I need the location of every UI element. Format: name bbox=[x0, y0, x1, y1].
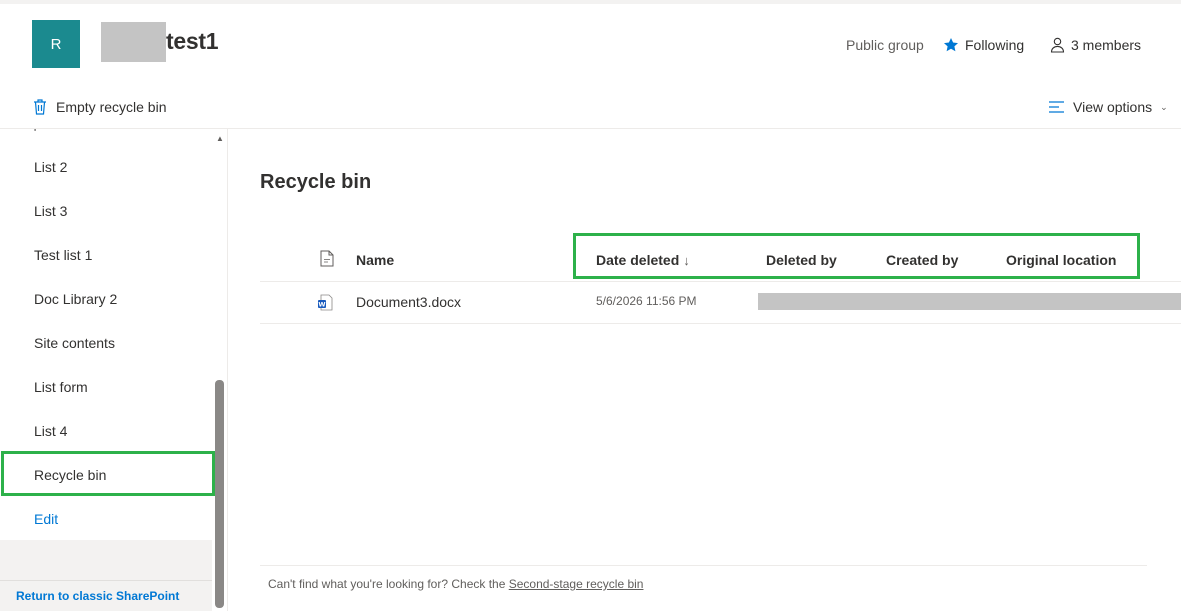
columns-highlight-box bbox=[573, 233, 1140, 279]
word-doc-icon: W bbox=[318, 294, 333, 311]
view-options-button[interactable]: View options ⌄ bbox=[1048, 97, 1168, 117]
header-divider bbox=[260, 281, 1181, 282]
second-stage-recycle-bin-link[interactable]: Second-stage recycle bin bbox=[509, 577, 644, 591]
site-title[interactable]: test1 bbox=[166, 28, 219, 55]
footer-text: Can't find what you're looking for? Chec… bbox=[268, 577, 509, 591]
nav-item-list-4[interactable]: List 4 bbox=[34, 421, 67, 441]
nav-edit-link[interactable]: Edit bbox=[34, 509, 58, 529]
public-group-label: Public group bbox=[846, 37, 924, 53]
nav-item-doc-library-2[interactable]: Doc Library 2 bbox=[34, 289, 117, 309]
page-heading: Recycle bin bbox=[260, 171, 372, 193]
following-button[interactable]: Following bbox=[943, 36, 1024, 54]
members-button[interactable]: 3 members bbox=[1050, 36, 1141, 54]
trash-icon bbox=[34, 99, 46, 115]
nav-scrollbar-thumb[interactable] bbox=[215, 380, 224, 608]
nav-item-test-list-1[interactable]: Test list 1 bbox=[34, 245, 92, 265]
svg-text:W: W bbox=[318, 301, 325, 309]
row-date-deleted-cell: 5/6/2026 11:56 PM bbox=[596, 294, 697, 308]
redacted-title-prefix bbox=[101, 22, 166, 62]
site-logo[interactable]: R bbox=[32, 20, 80, 68]
left-navigation: ⌐ · List 2 List 3 Test list 1 Doc Librar… bbox=[0, 129, 228, 611]
top-strip bbox=[0, 0, 1181, 4]
footer-divider bbox=[260, 565, 1147, 566]
column-header-name[interactable]: Name bbox=[356, 251, 394, 269]
row-divider bbox=[260, 323, 1181, 324]
nav-item-site-contents[interactable]: Site contents bbox=[34, 333, 115, 353]
nav-return-divider bbox=[0, 580, 212, 581]
redacted-row-details bbox=[758, 293, 1181, 310]
scroll-up-arrow-icon[interactable]: ▲ bbox=[216, 134, 224, 143]
footer-note: Can't find what you're looking for? Chec… bbox=[268, 577, 643, 591]
return-classic-link[interactable]: Return to classic SharePoint bbox=[16, 589, 179, 603]
nav-item-list-form[interactable]: List form bbox=[34, 377, 88, 397]
nav-item-cut-off: ⌐ · bbox=[34, 129, 51, 135]
nav-item-recycle-bin[interactable]: Recycle bin bbox=[34, 465, 106, 485]
person-icon bbox=[1050, 37, 1065, 53]
nav-item-list-3[interactable]: List 3 bbox=[34, 201, 67, 221]
members-label: 3 members bbox=[1071, 37, 1142, 53]
view-options-label: View options bbox=[1073, 99, 1153, 115]
view-lines-icon bbox=[1049, 101, 1064, 113]
star-icon bbox=[944, 38, 958, 52]
site-logo-letter: R bbox=[50, 35, 62, 53]
file-icon[interactable] bbox=[320, 250, 334, 267]
empty-recycle-bin-label: Empty recycle bin bbox=[56, 99, 167, 115]
nav-item-list-2[interactable]: List 2 bbox=[34, 157, 67, 177]
row-name-cell[interactable]: Document3.docx bbox=[356, 294, 461, 310]
empty-recycle-bin-button[interactable]: Empty recycle bin bbox=[32, 97, 166, 117]
chevron-down-icon: ⌄ bbox=[1160, 101, 1168, 112]
following-label: Following bbox=[965, 37, 1025, 53]
